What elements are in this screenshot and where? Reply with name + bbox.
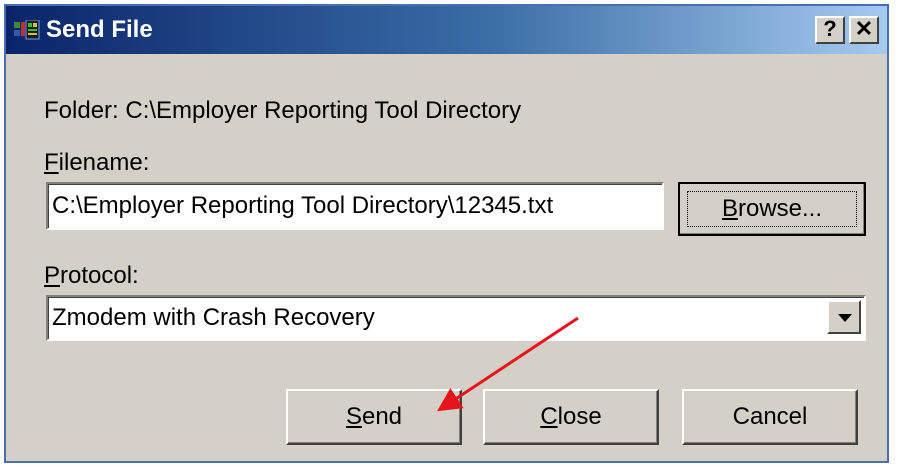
annotation-arrow xyxy=(436,316,579,412)
